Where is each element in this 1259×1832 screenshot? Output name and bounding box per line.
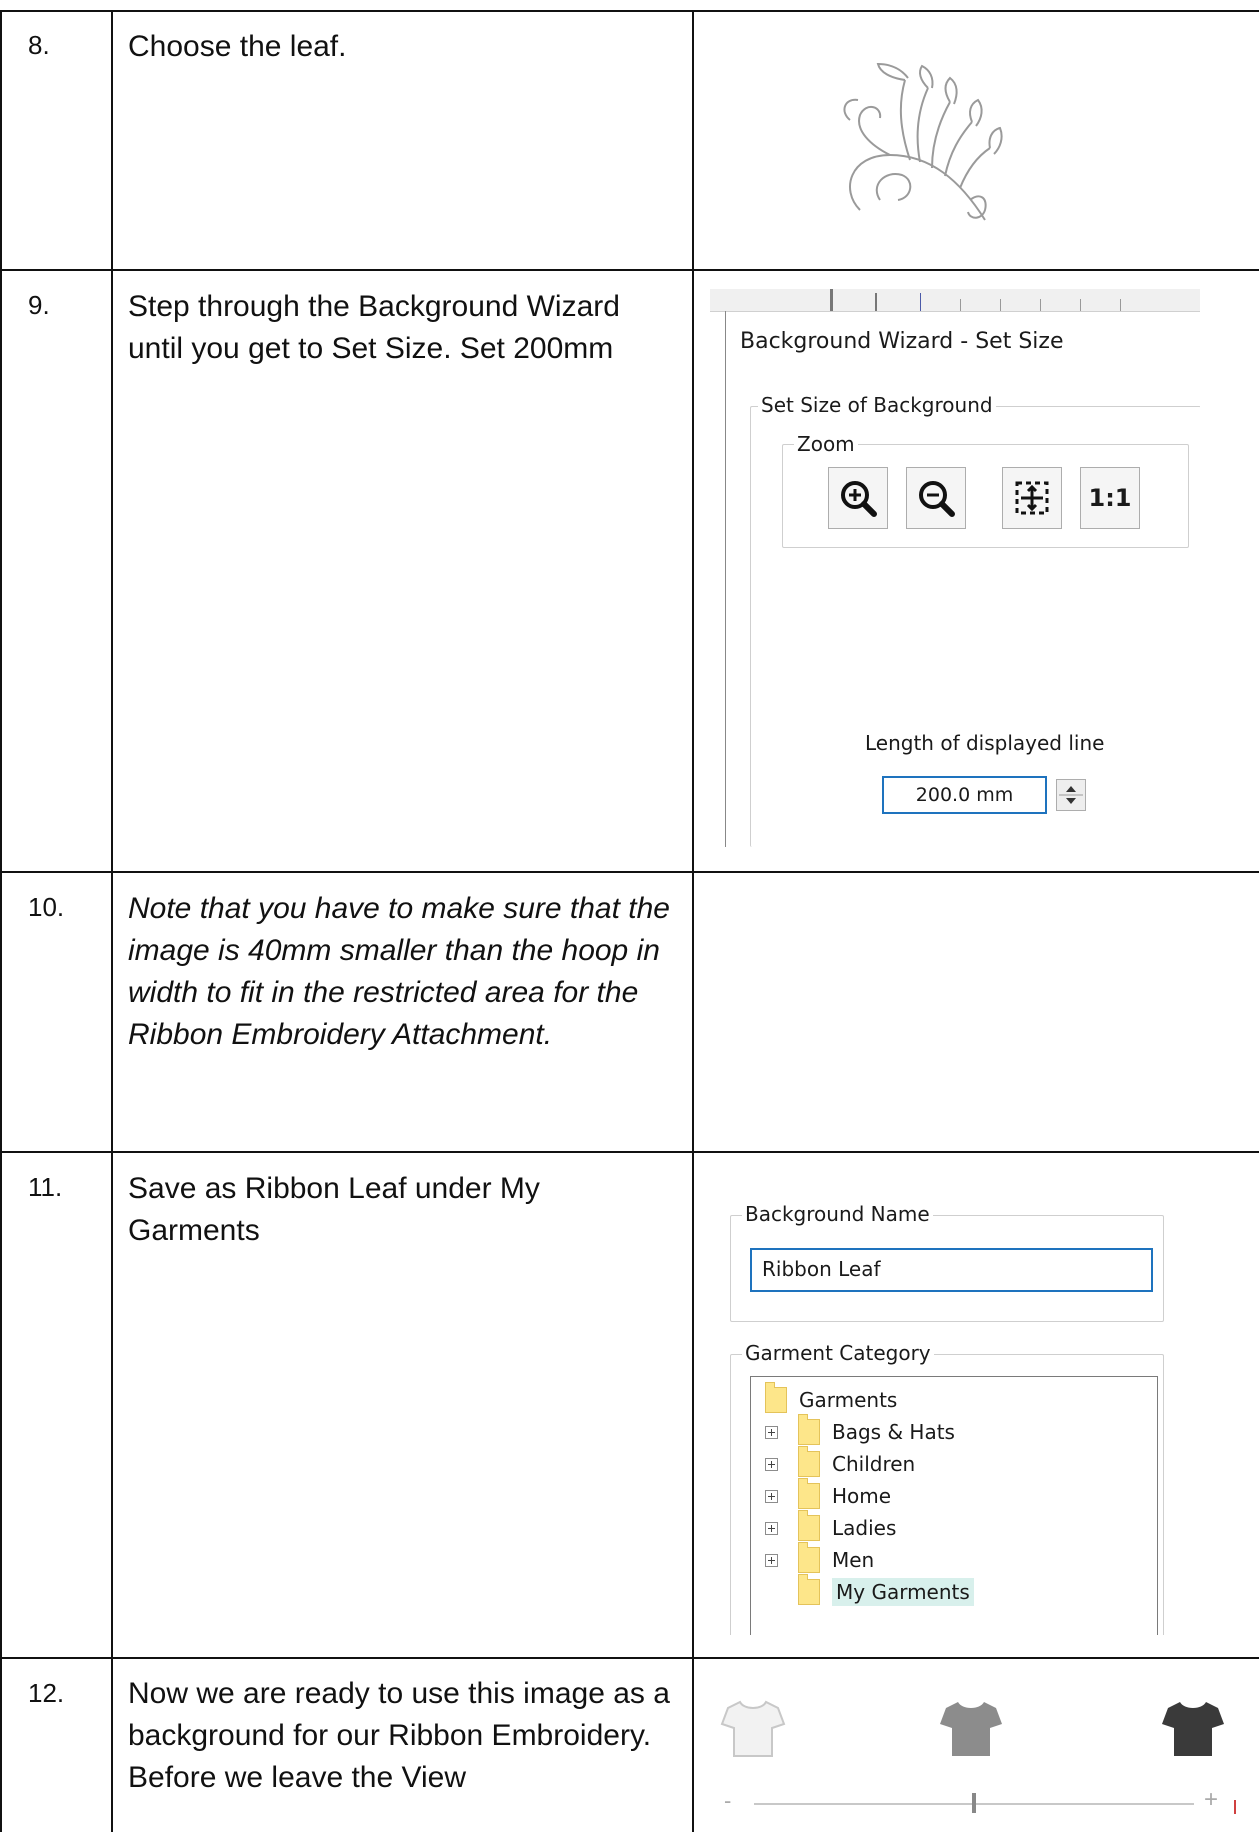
row-divider	[0, 10, 1259, 12]
tree-item-children[interactable]: Children	[765, 1446, 916, 1479]
tree-item-label: Bags & Hats	[832, 1420, 955, 1444]
folder-icon	[798, 1414, 820, 1445]
length-label: Length of displayed line	[865, 731, 1105, 755]
zoom-out-icon	[919, 481, 955, 517]
step-text: Step through the Background Wizard until…	[128, 290, 620, 365]
step-number: 9.	[28, 290, 50, 320]
tree-item-ladies[interactable]: Ladies	[765, 1510, 897, 1543]
step-number: 12.	[28, 1678, 65, 1708]
tree-item-garments[interactable]: Garments	[765, 1382, 898, 1415]
row-divider	[0, 1657, 1259, 1659]
shirt-medium-icon[interactable]	[938, 1698, 1004, 1758]
step-text: Now we are ready to use this image as a …	[128, 1677, 670, 1794]
slider-max-label: +	[1204, 1786, 1219, 1813]
zoom-group-label: Zoom	[794, 432, 858, 456]
shirt-light-icon[interactable]	[720, 1698, 786, 1758]
zoom-actual-size-label: 1:1	[1088, 484, 1132, 512]
step-number: 10.	[28, 892, 65, 922]
zoom-fit-icon	[1015, 481, 1049, 515]
tree-item-label: Garments	[799, 1388, 898, 1412]
spinner-arrows-icon	[1059, 786, 1083, 804]
step-text: Note that you have to make sure that the…	[128, 892, 670, 1051]
column-divider	[111, 10, 113, 1832]
background-name-input[interactable]: Ribbon Leaf	[750, 1248, 1153, 1292]
step-number: 11.	[28, 1172, 63, 1202]
dialog-title: Background Wizard - Set Size	[740, 329, 1064, 354]
slider-thumb[interactable]	[972, 1793, 976, 1813]
zoom-in-icon	[841, 481, 877, 517]
folder-icon	[798, 1574, 820, 1605]
background-name-label: Background Name	[742, 1202, 933, 1226]
expand-icon[interactable]	[765, 1457, 778, 1471]
slider-min-label: -	[724, 1788, 732, 1813]
tree-item-label: Men	[832, 1548, 875, 1572]
column-divider	[692, 10, 694, 1832]
red-marker	[1234, 1800, 1236, 1814]
background-wizard-dialog: Background Wizard - Set Size Set Size of…	[710, 289, 1200, 847]
step-number: 8.	[28, 30, 50, 60]
garment-category-label: Garment Category	[742, 1341, 934, 1365]
tree-item-bags-hats[interactable]: Bags & Hats	[765, 1414, 955, 1447]
dialog-left-border	[725, 311, 726, 847]
tree-item-men[interactable]: Men	[765, 1542, 875, 1575]
zoom-actual-size-button[interactable]: 1:1	[1080, 467, 1140, 529]
column-divider	[0, 10, 2, 1832]
zoom-out-button[interactable]	[906, 467, 966, 529]
zoom-in-button[interactable]	[828, 467, 888, 529]
folder-icon	[765, 1382, 787, 1413]
length-input[interactable]: 200.0 mm	[882, 776, 1047, 814]
expand-icon[interactable]	[765, 1521, 778, 1535]
tree-item-label-selected: My Garments	[832, 1578, 974, 1606]
row-divider	[0, 269, 1259, 271]
tree-item-my-garments[interactable]: My Garments	[765, 1574, 974, 1607]
row-divider	[0, 871, 1259, 873]
tree-item-label: Home	[832, 1484, 892, 1508]
tree-item-label: Ladies	[832, 1516, 897, 1540]
step-text: Choose the leaf.	[128, 30, 347, 63]
expand-icon[interactable]	[765, 1553, 778, 1567]
folder-icon	[798, 1542, 820, 1573]
expand-icon[interactable]	[765, 1489, 778, 1503]
shirt-contrast-slider-panel: - +	[710, 1690, 1240, 1830]
save-background-panel: Background Name Ribbon Leaf Garment Cate…	[720, 1190, 1180, 1635]
zoom-fit-button[interactable]	[1002, 467, 1062, 529]
dialog-title-strip	[710, 289, 1200, 312]
tree-item-home[interactable]: Home	[765, 1478, 892, 1511]
tree-item-label: Children	[832, 1452, 916, 1476]
folder-icon	[798, 1446, 820, 1477]
row-divider	[0, 1151, 1259, 1153]
expand-icon[interactable]	[765, 1425, 778, 1439]
step-text: Save as Ribbon Leaf under My Garments	[128, 1172, 540, 1247]
leaf-image	[843, 62, 1003, 221]
length-spinner[interactable]	[1056, 779, 1086, 811]
folder-icon	[798, 1510, 820, 1541]
instruction-table: 8. Choose the leaf. 9. Step through the …	[0, 0, 1259, 1832]
garment-tree: Garments Bags & Hats Children Home Ladie	[750, 1376, 1158, 1635]
shirt-dark-icon[interactable]	[1160, 1698, 1226, 1758]
folder-icon	[798, 1478, 820, 1509]
set-size-group-label: Set Size of Background	[758, 393, 996, 417]
